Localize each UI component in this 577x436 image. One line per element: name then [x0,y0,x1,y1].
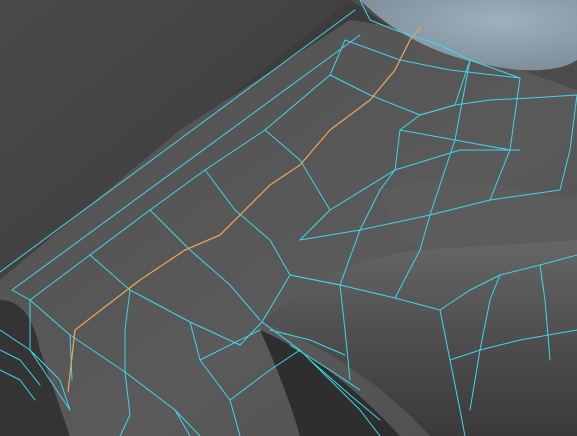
3d-viewport[interactable] [0,0,577,436]
mesh-surface [0,0,577,436]
viewport-canvas[interactable] [0,0,577,436]
